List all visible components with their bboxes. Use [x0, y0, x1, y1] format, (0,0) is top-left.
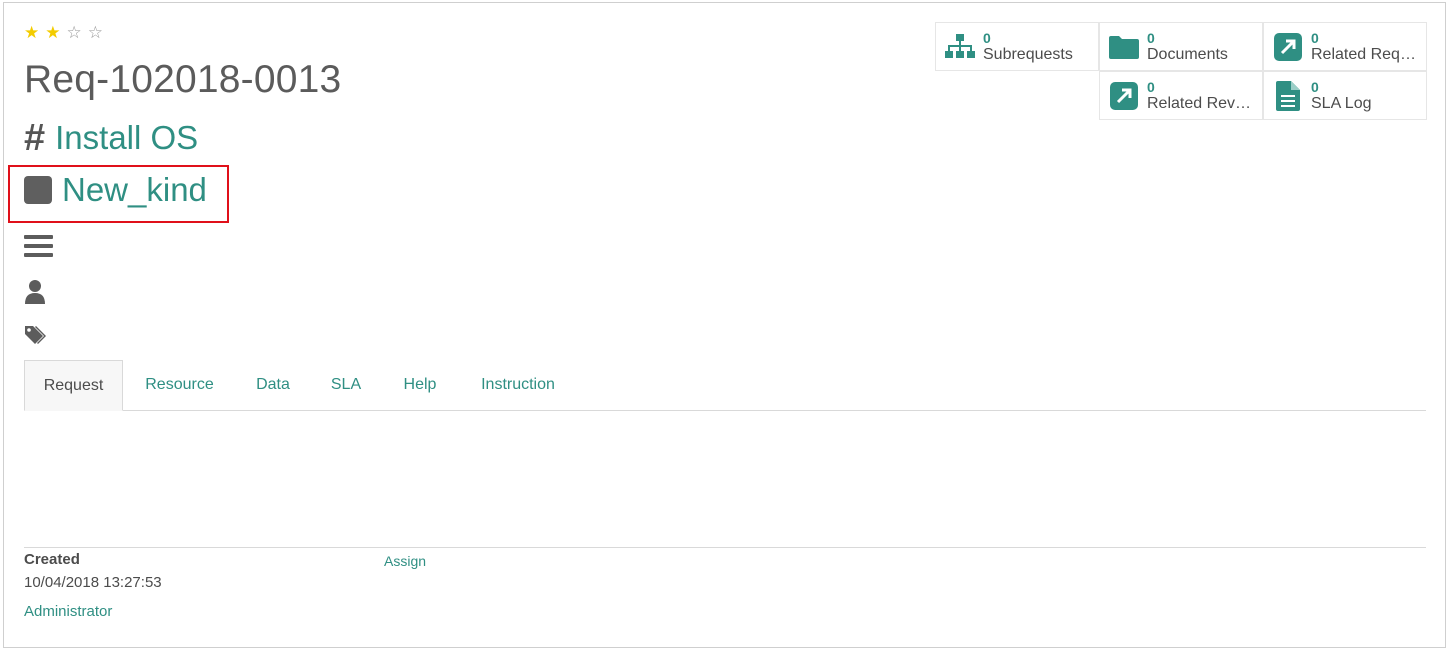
- tab-instruction[interactable]: Instruction: [470, 360, 566, 411]
- documents-button[interactable]: 0 Documents: [1099, 22, 1263, 71]
- file-text-icon: [1273, 80, 1303, 111]
- folder-icon: [1109, 32, 1139, 62]
- notebook-tabs: Request Resource Data SLA Help Instructi…: [24, 360, 1426, 411]
- subrequests-count: 0: [983, 29, 991, 46]
- related-reverse-count: 0: [1147, 78, 1155, 95]
- user-icon: [24, 279, 46, 310]
- star-filled-icon[interactable]: ★: [24, 24, 39, 41]
- tab-sla[interactable]: SLA: [321, 360, 371, 411]
- related-reverse-label: Related Rever...: [1147, 94, 1257, 112]
- request-number: Req-102018-0013: [24, 58, 342, 101]
- bars-icon: [24, 235, 53, 262]
- external-link-icon: [1273, 32, 1303, 62]
- tab-data[interactable]: Data: [244, 360, 302, 411]
- star-empty-icon[interactable]: ☆: [67, 24, 82, 41]
- related-requests-count: 0: [1311, 29, 1319, 46]
- subrequests-label: Subrequests: [983, 45, 1073, 63]
- related-requests-label: Related Requ...: [1311, 45, 1421, 63]
- created-label: Created: [24, 551, 80, 568]
- documents-label: Documents: [1147, 45, 1228, 63]
- created-date: 10/04/2018 13:27:53: [24, 574, 162, 591]
- related-reverse-button[interactable]: 0 Related Rever...: [1099, 71, 1263, 120]
- sla-log-count: 0: [1311, 78, 1319, 95]
- hash-icon: #: [24, 117, 46, 159]
- created-by-link[interactable]: Administrator: [24, 603, 112, 620]
- assign-link[interactable]: Assign: [384, 553, 426, 569]
- request-name-row: # Install OS: [24, 118, 198, 158]
- highlight-box: [8, 165, 229, 223]
- sla-log-button[interactable]: 0 SLA Log: [1263, 71, 1427, 120]
- star-filled-icon[interactable]: ★: [45, 24, 60, 41]
- documents-count: 0: [1147, 29, 1155, 46]
- subrequests-button[interactable]: 0 Subrequests: [935, 22, 1099, 71]
- star-empty-icon[interactable]: ☆: [88, 24, 103, 41]
- tab-resource[interactable]: Resource: [135, 360, 224, 411]
- tab-help[interactable]: Help: [391, 360, 449, 411]
- priority-stars[interactable]: ★ ★ ☆ ☆: [24, 24, 103, 41]
- external-link-icon: [1109, 81, 1139, 111]
- tab-request[interactable]: Request: [24, 360, 123, 411]
- request-name-link[interactable]: Install OS: [55, 118, 198, 158]
- sla-log-label: SLA Log: [1311, 94, 1372, 112]
- divider: [24, 547, 1426, 548]
- tags-icon: [24, 324, 48, 351]
- related-requests-button[interactable]: 0 Related Requ...: [1263, 22, 1427, 71]
- sitemap-icon: [945, 32, 975, 62]
